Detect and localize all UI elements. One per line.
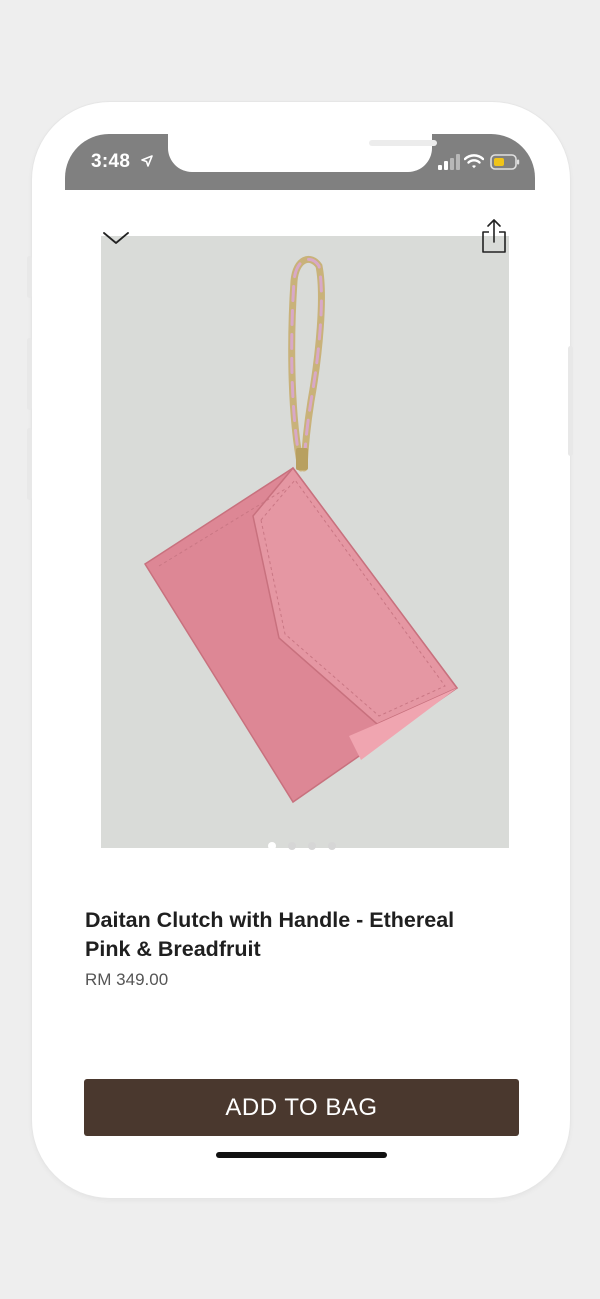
cellular-signal-icon (438, 154, 460, 170)
power-button (568, 346, 573, 456)
carousel-dot[interactable] (288, 842, 296, 850)
product-price: RM 349.00 (85, 970, 169, 989)
clutch-bag-illustration (143, 255, 459, 804)
volume-up-button (27, 338, 32, 410)
product-image[interactable] (101, 236, 509, 848)
screen: 3:48 Daitan Clutch with Handle - Etherea… (65, 134, 535, 1162)
speaker (369, 140, 437, 146)
product-detail: Daitan Clutch with Handle - Ethereal Pin… (65, 190, 535, 1162)
carousel-dot[interactable] (328, 842, 336, 850)
mute-switch (27, 256, 32, 298)
share-icon[interactable] (481, 218, 507, 254)
image-carousel-dots (65, 842, 535, 856)
product-title: Daitan Clutch with Handle - Ethereal Pin… (85, 908, 455, 961)
volume-down-button (27, 428, 32, 500)
chevron-down-icon[interactable] (102, 230, 130, 246)
wifi-icon (464, 154, 484, 169)
status-bar: 3:48 (65, 134, 535, 190)
status-time: 3:48 (91, 151, 131, 172)
add-to-bag-button[interactable]: ADD TO BAG (84, 1079, 519, 1136)
location-arrow-icon (141, 155, 153, 167)
carousel-dot[interactable] (308, 842, 316, 850)
home-indicator[interactable] (216, 1152, 387, 1158)
battery-icon (490, 154, 520, 170)
carousel-dot[interactable] (268, 842, 276, 850)
notch (168, 134, 437, 172)
